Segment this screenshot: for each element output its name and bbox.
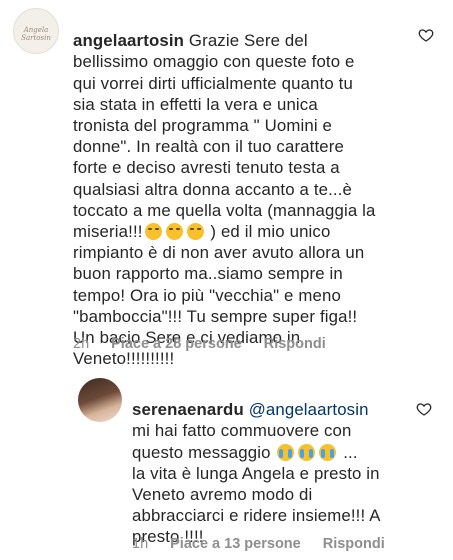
username-link[interactable]: angelaartosin — [73, 31, 184, 50]
crying-face-emoji — [298, 443, 316, 461]
comment-time: 1h — [132, 536, 149, 552]
avatar-logo-text: Angela Sartosin — [21, 26, 51, 42]
avatar[interactable]: Angela Sartosin — [13, 8, 59, 54]
unamused-face-emoji — [144, 223, 162, 241]
reply-button[interactable]: Rispondi — [323, 536, 385, 552]
crying-face-emoji — [319, 443, 337, 461]
comment-angelaartosin: Angela Sartosin angelaartosin Grazie Ser… — [0, 0, 453, 368]
heart-icon[interactable] — [418, 27, 434, 43]
comment-text: angelaartosin Grazie Sere del bellissimo… — [73, 9, 433, 369]
username-link[interactable]: serenaenardu — [132, 400, 244, 419]
comment-text: serenaenardu @angelaartosin mi hai fatto… — [132, 378, 437, 548]
comment-text-part-1: Grazie Sere del bellissimo omaggio con q… — [73, 31, 376, 242]
heart-icon[interactable] — [416, 401, 432, 417]
comment-meta: 1h Piace a 13 persone Rispondi — [132, 536, 407, 552]
crying-face-emoji — [277, 443, 295, 461]
avatar[interactable] — [78, 378, 122, 422]
likes-count-link[interactable]: Piace a 13 persone — [170, 536, 301, 552]
comment-serenaenardu: serenaenardu @angelaartosin mi hai fatto… — [0, 360, 453, 560]
comment-time: 2h — [73, 336, 90, 352]
unamused-face-emoji — [165, 223, 183, 241]
mention-link[interactable]: @angelaartosin — [249, 400, 369, 419]
comment-meta: 2h Piace a 28 persone Rispondi — [73, 336, 348, 352]
unamused-face-emoji — [186, 223, 204, 241]
likes-count-link[interactable]: Piace a 28 persone — [111, 336, 242, 352]
reply-button[interactable]: Rispondi — [264, 336, 326, 352]
